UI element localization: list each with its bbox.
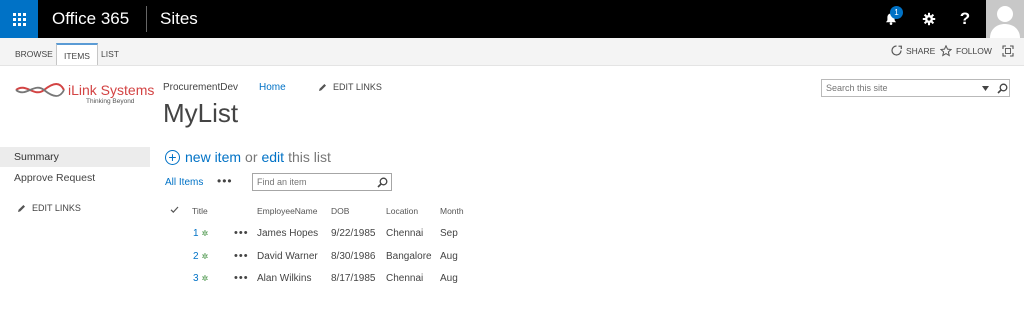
site-search-box [821,79,1010,97]
settings-button[interactable] [910,0,948,38]
edit-list-link[interactable]: edit [261,149,284,165]
site-search-input[interactable] [822,80,972,96]
help-button[interactable]: ? [946,0,984,38]
find-item-box [252,173,392,191]
sidebar-item-approve-request[interactable]: Approve Request [0,168,150,188]
cell-month: Aug [440,273,458,284]
search-icon[interactable] [997,83,1008,94]
new-item-icon: ✲ [201,252,209,261]
cell-location: Chennai [386,273,424,284]
tab-browse[interactable]: BROWSE [8,43,60,65]
page-title: MyList [163,98,239,128]
search-icon[interactable] [377,177,388,188]
select-all-check-icon[interactable] [170,205,179,214]
site-logo[interactable]: iLink Systems Thinking Beyond [14,82,154,110]
tab-items[interactable]: ITEMS [56,43,98,65]
sidebar-item-summary[interactable]: Summary [0,147,150,167]
cell-dob: 8/17/1985 [331,273,376,284]
column-header-title[interactable]: Title [192,206,208,216]
cell-location: Chennai [386,228,424,239]
edit-links-label: EDIT LINKS [333,82,382,92]
site-title-link[interactable]: ProcurementDev [163,82,238,93]
app-launcher-button[interactable] [0,0,38,38]
row-title: 3 [193,273,199,284]
row-menu-ellipsis[interactable]: ••• [234,250,249,262]
row-title: 1 [193,228,199,239]
cell-month: Aug [440,251,458,262]
star-icon [940,45,952,57]
edit-links-label: EDIT LINKS [32,203,81,213]
ribbon: BROWSE ITEMS LIST SHARE FOLLOW [0,38,1024,66]
row-title-link[interactable]: 2 ✲ [193,251,208,262]
follow-label: FOLLOW [956,46,992,56]
pencil-icon [319,83,326,91]
cell-month: Sep [440,228,458,239]
share-button[interactable]: SHARE [891,45,935,56]
add-icon[interactable]: + [165,149,180,165]
row-menu-ellipsis[interactable]: ••• [234,227,249,239]
logo-name: iLink Systems [68,82,155,98]
new-item-icon: ✲ [201,229,209,238]
chevron-down-icon[interactable] [982,86,989,91]
suite-bar: Office 365 Sites 1 ? [0,0,1024,38]
sidebar-edit-links[interactable]: EDIT LINKS [17,203,81,213]
find-item-input[interactable] [253,174,371,190]
column-header-employeename[interactable]: EmployeeName [257,206,317,216]
logo-tagline: Thinking Beyond [86,98,135,105]
row-title-link[interactable]: 3 ✲ [193,273,208,284]
topnav-edit-links[interactable]: EDIT LINKS [318,82,382,92]
gear-icon [922,12,936,26]
focus-icon [1002,45,1014,57]
cell-employee: James Hopes [257,228,319,239]
pencil-icon [18,204,25,212]
share-label: SHARE [906,45,936,56]
view-all-items[interactable]: All Items [165,177,203,188]
view-options-ellipsis[interactable]: ••• [217,174,233,188]
or-text: or [245,149,258,165]
column-header-month[interactable]: Month [440,206,464,216]
cell-dob: 8/30/1986 [331,251,376,262]
avatar[interactable] [986,0,1024,38]
row-title: 2 [193,251,199,262]
new-item-link[interactable]: new item [185,149,241,165]
notifications-button[interactable]: 1 [872,0,910,38]
app-title[interactable]: Sites [160,9,198,29]
tab-list[interactable]: LIST [94,43,126,65]
cell-employee: David Warner [257,251,318,262]
cell-dob: 9/22/1985 [331,228,376,239]
cell-employee: Alan Wilkins [257,273,312,284]
column-header-dob[interactable]: DOB [331,206,349,216]
row-title-link[interactable]: 1 ✲ [193,228,208,239]
new-item-icon: ✲ [201,274,209,283]
topnav-home-link[interactable]: Home [259,82,286,93]
row-menu-ellipsis[interactable]: ••• [234,272,249,284]
share-icon [891,45,902,56]
cell-location: Bangalore [386,251,432,262]
this-list-text: this list [288,149,331,165]
waffle-icon [12,12,26,26]
column-header-location[interactable]: Location [386,206,418,216]
user-silhouette-icon [986,0,1024,38]
focus-on-content-button[interactable] [1002,45,1018,57]
notification-badge: 1 [890,6,903,19]
follow-button[interactable]: FOLLOW [940,45,992,57]
brand-title[interactable]: Office 365 [52,9,129,29]
divider [146,6,147,32]
new-item-bar: + new item or edit this list [165,149,335,165]
ilink-logo-icon [15,83,65,97]
